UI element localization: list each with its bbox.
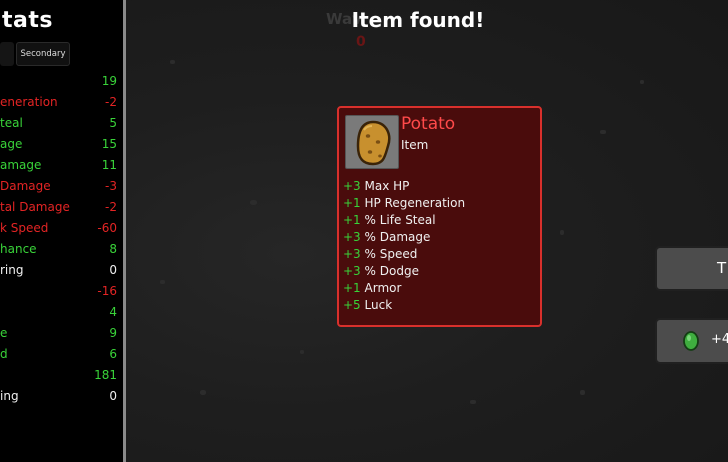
stat-value: -2	[105, 200, 117, 214]
effect-text: Max HP	[364, 179, 410, 193]
stat-row: ing 0	[0, 387, 120, 405]
item-type: Item	[401, 138, 429, 152]
stats-panel: tats Secondary 19 eneration -2 teal 5 age 15 am…	[0, 0, 124, 462]
stat-label: amage	[0, 158, 42, 172]
item-effect-line: +3 % Dodge	[343, 263, 419, 280]
stats-tab-primary[interactable]	[0, 42, 14, 66]
effect-text: Armor	[364, 281, 402, 295]
stat-row: tal Damage -2	[0, 198, 120, 216]
stat-value: 19	[101, 74, 117, 88]
stat-value: 9	[109, 326, 117, 340]
item-effect-line: +1 Armor	[343, 280, 401, 297]
effect-amount: +3	[343, 179, 361, 193]
effect-amount: +5	[343, 298, 361, 312]
effect-text: % Life Steal	[364, 213, 436, 227]
effect-amount: +1	[343, 213, 361, 227]
effect-amount: +3	[343, 247, 361, 261]
stat-row: e9	[0, 324, 120, 342]
potato-icon	[356, 120, 391, 166]
stat-label: Damage	[0, 179, 51, 193]
stat-label: ring	[0, 263, 24, 277]
stat-label: e	[0, 326, 8, 340]
stat-value: 0	[109, 389, 117, 403]
stat-row: Damage -3	[0, 177, 120, 195]
item-found-title: Item found!	[351, 8, 485, 32]
effect-amount: +1	[343, 281, 361, 295]
stat-label: eneration	[0, 95, 58, 109]
stat-row: amage 11	[0, 156, 120, 174]
effect-text: HP Regeneration	[364, 196, 466, 210]
stat-row: k Speed -60	[0, 219, 120, 237]
stat-value: 5	[109, 116, 117, 130]
stat-row: teal 5	[0, 114, 120, 132]
stat-value: 181	[94, 368, 117, 382]
stat-value: -2	[105, 95, 117, 109]
stat-label: k Speed	[0, 221, 49, 235]
stat-label: ing	[0, 389, 19, 403]
stat-row: 181	[0, 366, 120, 384]
stat-value: -16	[97, 284, 117, 298]
stat-value: 0	[109, 263, 117, 277]
effect-text: Luck	[364, 298, 393, 312]
stat-row: hance 8	[0, 240, 120, 258]
wave-counter: 0	[356, 34, 366, 50]
item-card: Potato Item +3 Max HP +1 HP Regeneration +…	[337, 106, 542, 327]
item-effect-line: +5 Luck	[343, 297, 392, 314]
effect-amount: +1	[343, 196, 361, 210]
stat-label: teal	[0, 116, 23, 130]
recycle-button[interactable]: +45	[655, 318, 728, 364]
stat-value: -60	[97, 221, 117, 235]
stat-value: 11	[101, 158, 117, 172]
material-icon	[683, 331, 699, 351]
item-effect-line: +1 HP Regeneration	[343, 195, 465, 212]
effect-text: % Dodge	[364, 264, 419, 278]
item-effect-line: +3 % Speed	[343, 246, 417, 263]
stat-value: 4	[109, 305, 117, 319]
stat-row: -16	[0, 282, 120, 300]
item-effect-line: +3 Max HP	[343, 178, 409, 195]
recycle-value: +45	[711, 332, 728, 347]
stats-title: tats	[2, 8, 53, 33]
item-effect-line: +1 % Life Steal	[343, 212, 436, 229]
stat-row: ring 0	[0, 261, 120, 279]
stat-value: 6	[109, 347, 117, 361]
stat-row: eneration -2	[0, 93, 120, 111]
stat-label: age	[0, 137, 23, 151]
stat-label: tal Damage	[0, 200, 70, 214]
stat-row: d6	[0, 345, 120, 363]
effect-text: % Speed	[364, 247, 418, 261]
stat-value: -3	[105, 179, 117, 193]
stats-panel-divider	[123, 0, 126, 462]
stat-value: 8	[109, 242, 117, 256]
stat-row: 4	[0, 303, 120, 321]
stat-row: 19	[0, 72, 120, 90]
effect-amount: +3	[343, 230, 361, 244]
effect-amount: +3	[343, 264, 361, 278]
effect-text: % Damage	[364, 230, 431, 244]
stat-value: 15	[101, 137, 117, 151]
item-name: Potato	[401, 114, 456, 134]
stat-label: d	[0, 347, 8, 361]
take-button-label: T	[717, 259, 727, 277]
item-effect-line: +3 % Damage	[343, 229, 430, 246]
stat-label: hance	[0, 242, 37, 256]
item-icon-frame	[345, 115, 399, 169]
take-button[interactable]: T	[655, 246, 728, 291]
stat-row: age 15	[0, 135, 120, 153]
stats-tab-secondary[interactable]: Secondary	[16, 42, 70, 66]
